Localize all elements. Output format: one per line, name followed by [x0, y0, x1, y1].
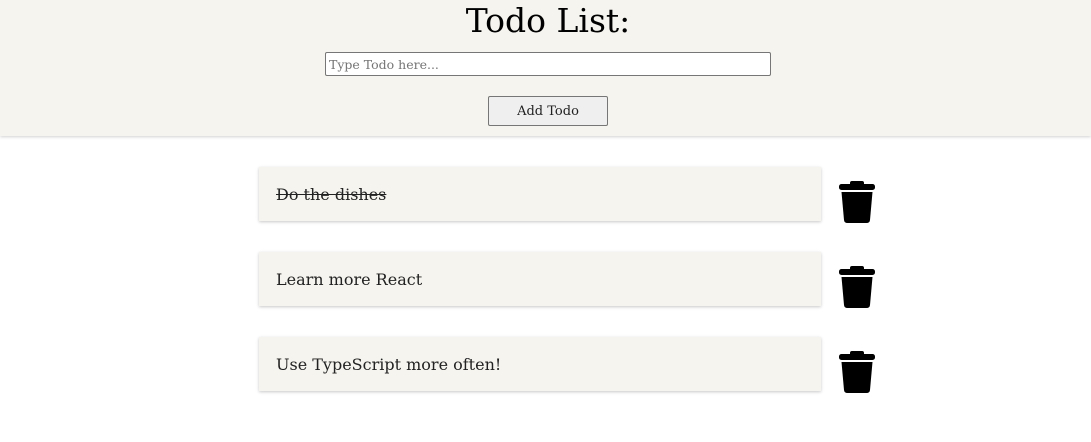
- todo-item-1[interactable]: Do the dishes: [259, 167, 821, 221]
- todo-item-2[interactable]: Learn more React: [259, 252, 821, 306]
- trash-icon[interactable]: [838, 181, 876, 223]
- trash-icon[interactable]: [838, 266, 876, 308]
- trash-icon[interactable]: [838, 351, 876, 393]
- todo-input[interactable]: [325, 52, 771, 76]
- todo-item-3[interactable]: Use TypeScript more often!: [259, 337, 821, 391]
- add-todo-button[interactable]: Add Todo: [488, 96, 608, 126]
- todo-text: Use TypeScript more often!: [276, 354, 502, 374]
- header-panel: Todo List: Add Todo: [0, 0, 1091, 136]
- todo-text: Do the dishes: [276, 184, 387, 204]
- page-title: Todo List:: [465, 1, 631, 40]
- todo-text: Learn more React: [276, 269, 423, 289]
